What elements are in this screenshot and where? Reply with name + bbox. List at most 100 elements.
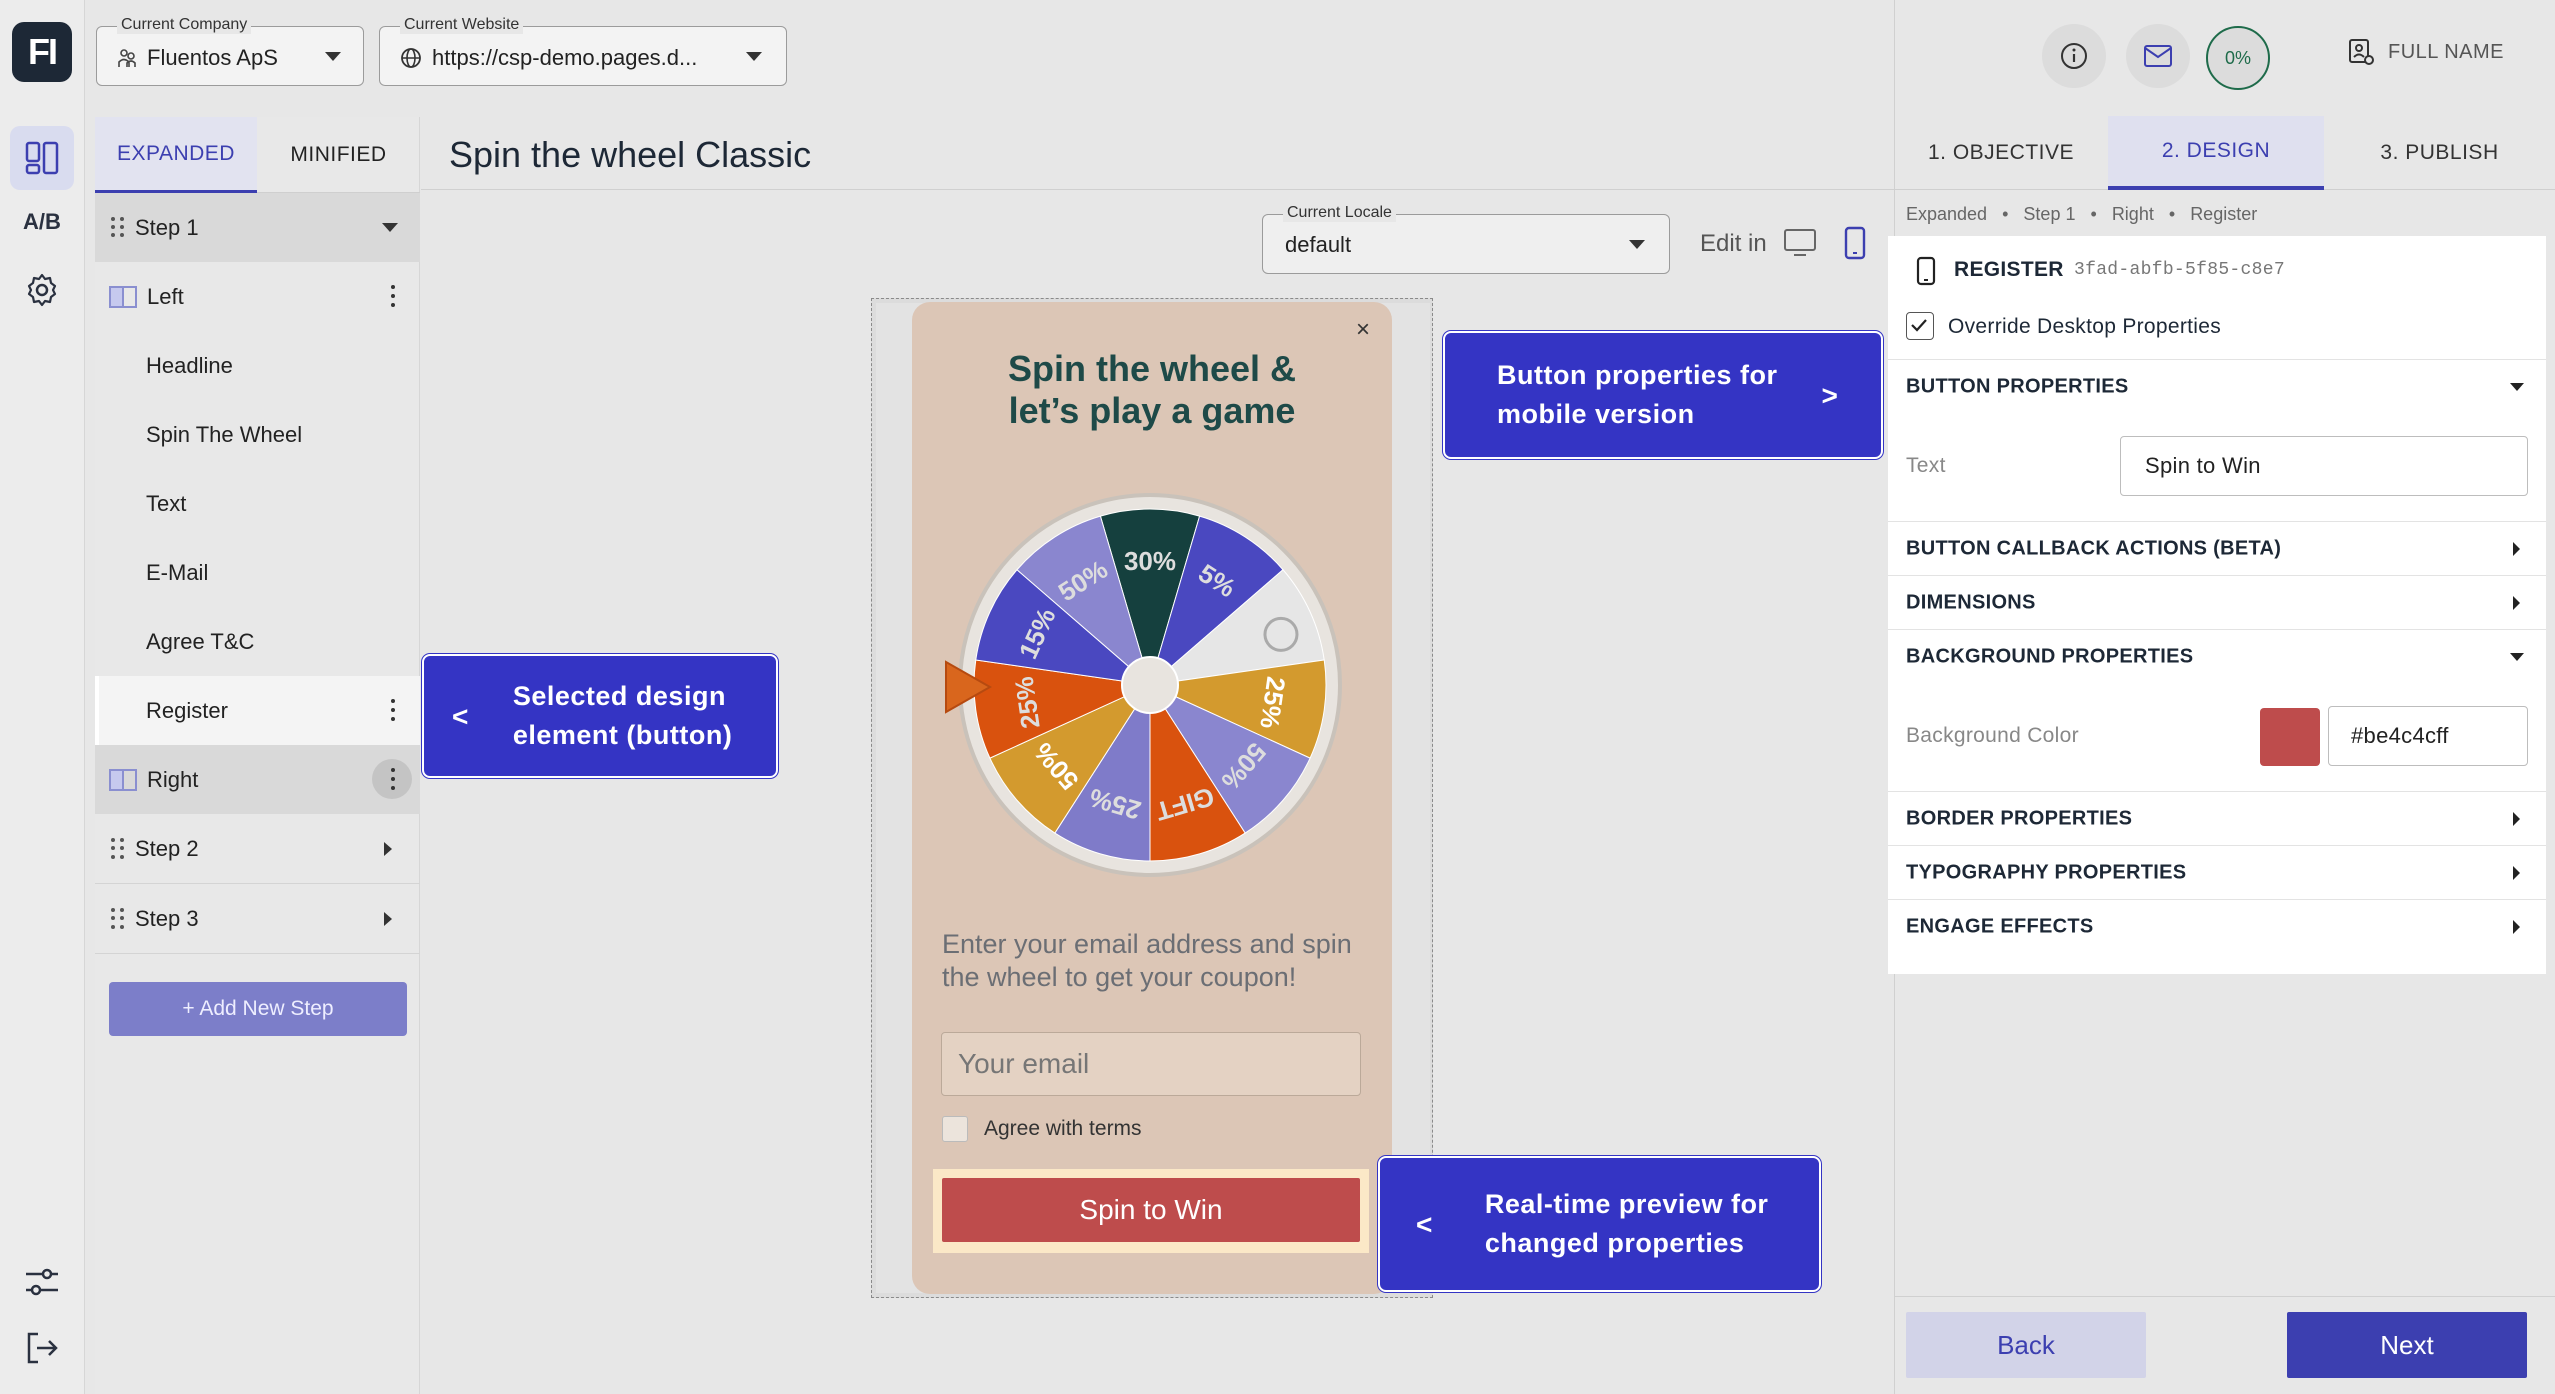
info-icon (2061, 43, 2087, 69)
divider (421, 189, 1894, 190)
more-options-icon[interactable] (390, 699, 396, 721)
element-type: REGISTER (1954, 258, 2064, 281)
tab-design[interactable]: 2. DESIGN (2108, 116, 2324, 190)
design-view-button[interactable] (10, 126, 74, 190)
checkmark-icon (1911, 319, 1927, 332)
chevron-right-icon (2513, 865, 2520, 880)
close-icon[interactable]: × (1356, 316, 1370, 344)
element-item-text[interactable]: Text (95, 469, 420, 538)
tab-objective[interactable]: 1. OBJECTIVE (1894, 116, 2108, 190)
section-engage-effects[interactable]: ENGAGE EFFECTS (1888, 900, 2546, 954)
progress-indicator: 0% (2206, 26, 2270, 90)
desktop-view-button[interactable] (1783, 228, 1817, 263)
element-label: Text (146, 490, 187, 516)
page-title: Spin the wheel Classic (449, 134, 812, 175)
section-callback-actions[interactable]: BUTTON CALLBACK ACTIONS (BETA) (1888, 522, 2546, 576)
section-button-properties[interactable]: BUTTON PROPERTIES (1888, 360, 2546, 414)
breadcrumb-item[interactable]: Expanded (1906, 204, 1987, 224)
column-item-left[interactable]: Left (95, 262, 420, 331)
chevron-down-icon (2510, 383, 2524, 391)
chevron-right-icon (2513, 595, 2520, 610)
next-button[interactable]: Next (2287, 1312, 2527, 1378)
drag-handle-icon[interactable] (111, 908, 125, 930)
email-input[interactable]: Your email (941, 1032, 1361, 1096)
breadcrumb-item[interactable]: Right (2112, 204, 2154, 224)
locale-select-value: default (1285, 232, 1352, 257)
progress-value: 0% (2224, 47, 2251, 68)
callout-button-properties: Button properties for mobile version > (1443, 331, 1883, 459)
section-typography-properties[interactable]: TYPOGRAPHY PROPERTIES (1888, 846, 2546, 900)
website-select[interactable]: Current Website https://csp-demo.pages.d… (379, 16, 787, 86)
override-checkbox[interactable] (1906, 312, 1934, 340)
callout-line: Button properties for (1497, 360, 1778, 390)
prize-wheel: 30% 5%25%50%GIFT25%50%25%15%50% (958, 493, 1342, 877)
arrow-right-icon: > (1821, 379, 1839, 411)
column-item-right[interactable]: Right (95, 745, 420, 814)
section-title: DIMENSIONS (1906, 591, 2036, 613)
locale-select[interactable]: Current Locale default (1262, 204, 1670, 274)
element-item-agree[interactable]: Agree T&C (95, 607, 420, 676)
app-logo[interactable]: FI (12, 22, 72, 82)
section-border-properties[interactable]: BORDER PROPERTIES (1888, 792, 2546, 846)
column-label: Left (147, 283, 184, 309)
step-item-3[interactable]: Step 3 (95, 885, 420, 954)
chevron-right-icon (2513, 920, 2520, 934)
chevron-right-icon[interactable] (384, 912, 392, 926)
website-select-value: https://csp-demo.pages.d... (432, 45, 698, 70)
element-item-spin-wheel[interactable]: Spin The Wheel (95, 400, 420, 469)
settings-button[interactable] (10, 258, 74, 322)
button-text-input[interactable]: Spin to Win (2120, 436, 2528, 496)
arrow-left-icon: < (1416, 1208, 1433, 1240)
callout-line: element (button) (512, 720, 733, 750)
callout-line: Real-time preview for (1484, 1189, 1769, 1219)
add-step-button[interactable]: + Add New Step (109, 982, 407, 1036)
ab-test-button[interactable]: A/B (10, 190, 74, 254)
breadcrumb: Expanded • Step 1 • Right • Register (1906, 204, 2257, 225)
spin-to-win-button[interactable]: Spin to Win (942, 1178, 1360, 1242)
step-item-2[interactable]: Step 2 (95, 815, 420, 884)
section-dimensions[interactable]: DIMENSIONS (1888, 576, 2546, 630)
section-background-properties[interactable]: BACKGROUND PROPERTIES (1888, 630, 2546, 684)
step-label: Step 3 (135, 906, 199, 931)
drag-handle-icon[interactable] (111, 838, 125, 860)
breadcrumb-item[interactable]: Step 1 (2023, 204, 2075, 224)
properties-card: REGISTER 3fad-abfb-5f85-c8e7 Override De… (1888, 236, 2546, 974)
step-item-1[interactable]: Step 1 (95, 193, 420, 262)
callout-line: mobile version (1497, 399, 1695, 429)
more-options-icon[interactable] (390, 285, 396, 307)
tab-publish[interactable]: 3. PUBLISH (2324, 116, 2555, 190)
wheel-hub (1121, 656, 1179, 714)
chevron-down-icon[interactable] (382, 223, 398, 232)
logout-button[interactable] (10, 1316, 74, 1380)
tab-expanded[interactable]: EXPANDED (95, 117, 257, 193)
callout-selected-element: < Selected design element (button) (422, 654, 778, 778)
headline-line-1: Spin the wheel & (1007, 348, 1297, 389)
chevron-right-icon[interactable] (384, 842, 392, 856)
agree-label: Agree with terms (984, 1117, 1142, 1140)
info-button[interactable] (2042, 24, 2106, 88)
user-menu[interactable]: FULL NAME (2348, 38, 2504, 66)
breadcrumb-item[interactable]: Register (2190, 204, 2257, 224)
mobile-view-button[interactable] (1843, 226, 1867, 265)
background-color-input[interactable]: #be4c4cff (2328, 706, 2528, 766)
adjustments-button[interactable] (10, 1250, 74, 1314)
popup-description: Enter your email address and spin the wh… (942, 929, 1352, 992)
back-button[interactable]: Back (1906, 1312, 2146, 1378)
section-title: BUTTON CALLBACK ACTIONS (BETA) (1906, 537, 2282, 559)
column-icon (109, 285, 137, 308)
drag-handle-icon[interactable] (111, 216, 125, 239)
chevron-right-icon (2513, 811, 2520, 826)
element-item-headline[interactable]: Headline (95, 331, 420, 400)
background-color-value: #be4c4cff (2351, 723, 2449, 748)
company-select[interactable]: Current Company Fluentos ApS (96, 16, 364, 86)
agree-checkbox[interactable] (942, 1116, 968, 1142)
messages-button[interactable] (2126, 24, 2190, 88)
element-header: REGISTER 3fad-abfb-5f85-c8e7 Override De… (1888, 236, 2546, 360)
layout-icon (25, 141, 59, 175)
element-item-register[interactable]: Register (95, 676, 420, 745)
tab-minified[interactable]: MINIFIED (257, 117, 420, 193)
element-item-email[interactable]: E-Mail (95, 538, 420, 607)
section-title: BORDER PROPERTIES (1906, 807, 2133, 829)
more-options-icon[interactable] (390, 768, 396, 790)
color-swatch[interactable] (2260, 708, 2320, 766)
